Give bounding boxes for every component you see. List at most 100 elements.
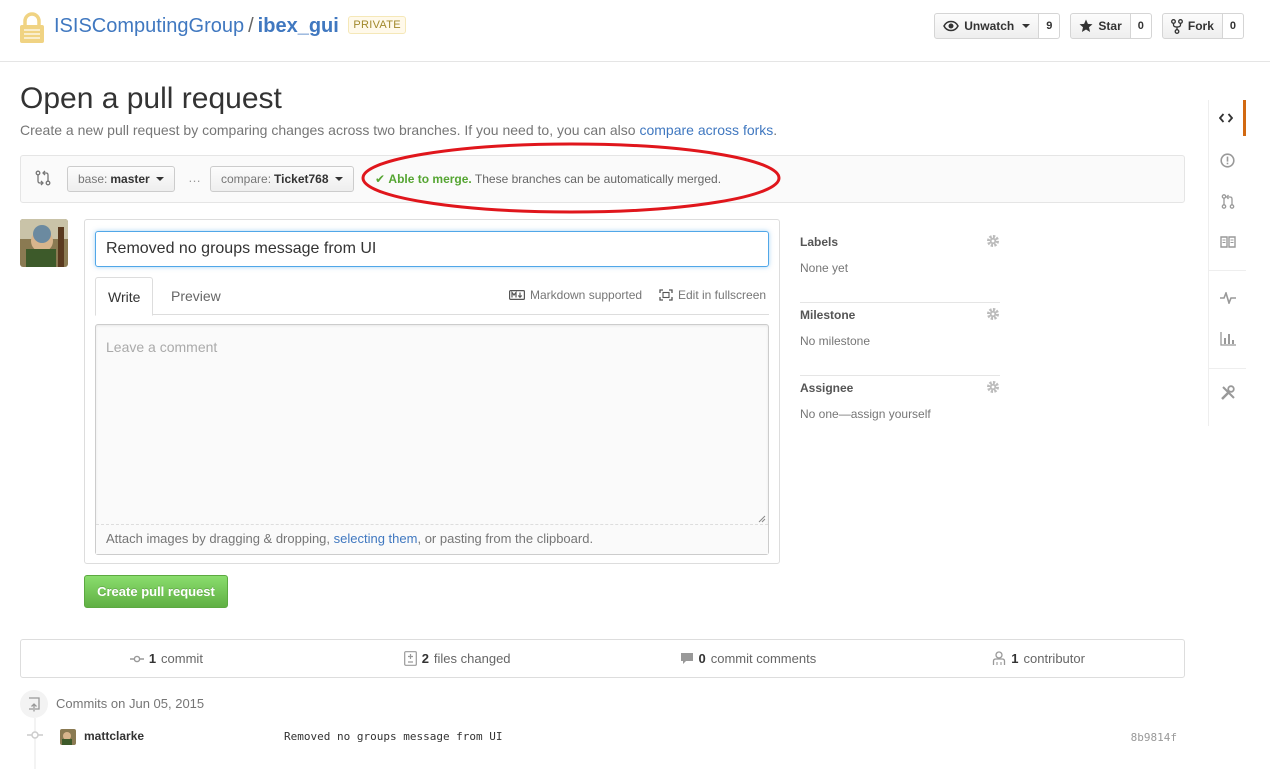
resize-handle-icon[interactable]	[758, 515, 766, 523]
fullscreen-link[interactable]: Edit in fullscreen	[659, 288, 766, 302]
commit-author-avatar[interactable]	[60, 729, 76, 745]
comment-placeholder: Leave a comment	[106, 339, 218, 355]
nav-issues[interactable]	[1209, 142, 1246, 178]
lock-icon	[20, 12, 44, 43]
milestone-heading: Milestone	[800, 308, 856, 322]
range-dots: …	[188, 170, 201, 185]
fork-button[interactable]: Fork	[1161, 13, 1223, 39]
commits-tab[interactable]: 1 commit	[21, 640, 312, 677]
repo-owner-link[interactable]: ISISComputingGroup	[54, 15, 244, 37]
merge-status: ✔ Able to merge. These branches can be a…	[375, 172, 721, 186]
base-branch-prefix: base:	[78, 172, 108, 186]
assignee-value: No one—assign yourself	[800, 407, 931, 421]
pull-request-form: Removed no groups message from UI Write …	[84, 219, 780, 564]
markdown-supported-link[interactable]: Markdown supported	[509, 288, 642, 302]
base-branch-select[interactable]: base: master	[67, 166, 175, 192]
commit-sha[interactable]: 8b9814f	[1131, 731, 1177, 744]
page-title: Open a pull request	[20, 82, 282, 115]
gear-icon[interactable]	[986, 234, 1000, 248]
tools-icon	[1220, 385, 1235, 400]
nav-pull-requests[interactable]	[1209, 183, 1246, 219]
commit-avatar-image	[60, 729, 76, 745]
milestone-value: No milestone	[800, 334, 871, 348]
merge-status-ok: Able to merge.	[388, 172, 472, 186]
sidebar-assignee: Assignee No one—assign yourself	[800, 376, 1000, 449]
nav-divider	[1209, 270, 1246, 271]
watch-group: Unwatch 9	[934, 13, 1061, 39]
pulse-icon	[1219, 292, 1236, 304]
repo-title: ISISComputingGroup / ibex_gui PRIVATE	[54, 15, 406, 38]
commits-label: commit	[161, 651, 203, 666]
issue-icon	[1220, 152, 1235, 168]
merge-status-text: These branches can be automatically merg…	[474, 172, 722, 186]
tab-write[interactable]: Write	[95, 277, 154, 316]
files-changed-tab[interactable]: 2 files changed	[312, 640, 603, 677]
sidebar-milestone: Milestone No milestone	[800, 303, 1000, 376]
repo-actions: Unwatch 9 Star 0 Fork 0	[934, 13, 1244, 39]
commit-group-icon	[20, 690, 48, 718]
nav-pulse[interactable]	[1209, 280, 1246, 316]
sidebar-labels: Labels None yet	[800, 230, 1000, 303]
commit-group-title: Commits on Jun 05, 2015	[56, 696, 205, 711]
fullscreen-icon	[659, 289, 673, 301]
avatar-image	[20, 219, 68, 267]
pr-title-input[interactable]: Removed no groups message from UI	[95, 231, 769, 267]
gear-icon[interactable]	[986, 380, 1000, 394]
commits-count: 1	[148, 651, 157, 666]
compare-forks-link[interactable]: compare across forks	[639, 122, 773, 138]
commit-author[interactable]: mattclarke	[84, 729, 144, 743]
compare-branch-prefix: compare:	[221, 172, 272, 186]
nav-graphs[interactable]	[1209, 321, 1246, 357]
commit-message[interactable]: Removed no groups message from UI	[284, 730, 503, 743]
file-diff-icon	[403, 651, 417, 666]
nav-code[interactable]	[1209, 100, 1246, 136]
commit-icon	[129, 655, 144, 662]
star-group: Star 0	[1070, 13, 1152, 39]
contributors-tab[interactable]: 1 contributor	[893, 640, 1184, 677]
nav-settings[interactable]	[1209, 375, 1246, 411]
commit-comments-tab[interactable]: 0 commit comments	[603, 640, 894, 677]
fork-label: Fork	[1187, 19, 1214, 33]
private-badge: PRIVATE	[348, 16, 406, 34]
comment-textarea[interactable]: Leave a comment Attach images by draggin…	[95, 324, 769, 555]
markdown-label: Markdown supported	[530, 288, 643, 302]
tab-preview[interactable]: Preview	[159, 277, 233, 315]
avatar[interactable]	[20, 219, 68, 267]
nav-wiki[interactable]	[1209, 224, 1246, 260]
forks-count[interactable]: 0	[1222, 13, 1244, 39]
repo-name-link[interactable]: ibex_gui	[258, 15, 339, 37]
swap-branches-icon[interactable]	[35, 170, 51, 186]
page-subtitle-end: .	[773, 122, 778, 138]
page-subtitle: Create a new pull request by comparing c…	[20, 122, 777, 138]
comment-icon	[680, 653, 693, 664]
files-count: 2	[421, 651, 429, 666]
select-files-link[interactable]: selecting them	[334, 531, 418, 546]
commit-timeline	[34, 718, 36, 769]
labels-heading: Labels	[800, 235, 839, 249]
watchers-count[interactable]: 9	[1039, 13, 1061, 39]
compare-branch-select[interactable]: compare: Ticket768	[210, 166, 354, 192]
labels-value: None yet	[800, 261, 849, 275]
range-editor: base: master … compare: Ticket768 ✔ Able…	[20, 155, 1185, 203]
attach-text: Attach images by dragging & dropping,	[106, 531, 334, 546]
star-button[interactable]: Star	[1070, 13, 1131, 39]
unwatch-label: Unwatch	[964, 19, 1015, 33]
book-icon	[1219, 236, 1236, 248]
markdown-icon	[509, 290, 525, 300]
create-pull-request-button[interactable]: Create pull request	[84, 575, 228, 608]
fork-icon	[1170, 18, 1183, 34]
fork-group: Fork 0	[1161, 13, 1244, 39]
graph-icon	[1219, 332, 1236, 346]
stars-count[interactable]: 0	[1130, 13, 1152, 39]
base-branch-name: master	[110, 172, 150, 186]
gear-icon[interactable]	[986, 307, 1000, 321]
commit-icon	[27, 731, 43, 739]
chevron-down-icon	[1022, 24, 1031, 28]
unwatch-button[interactable]: Unwatch	[934, 13, 1040, 39]
attach-dropzone[interactable]: Attach images by dragging & dropping, se…	[96, 524, 768, 554]
repo-header: ISISComputingGroup / ibex_gui PRIVATE Unwa…	[0, 0, 1270, 62]
page-subtitle-text: Create a new pull request by comparing c…	[20, 122, 640, 138]
star-icon	[1079, 19, 1093, 32]
eye-icon	[943, 20, 960, 32]
star-label: Star	[1098, 19, 1122, 33]
